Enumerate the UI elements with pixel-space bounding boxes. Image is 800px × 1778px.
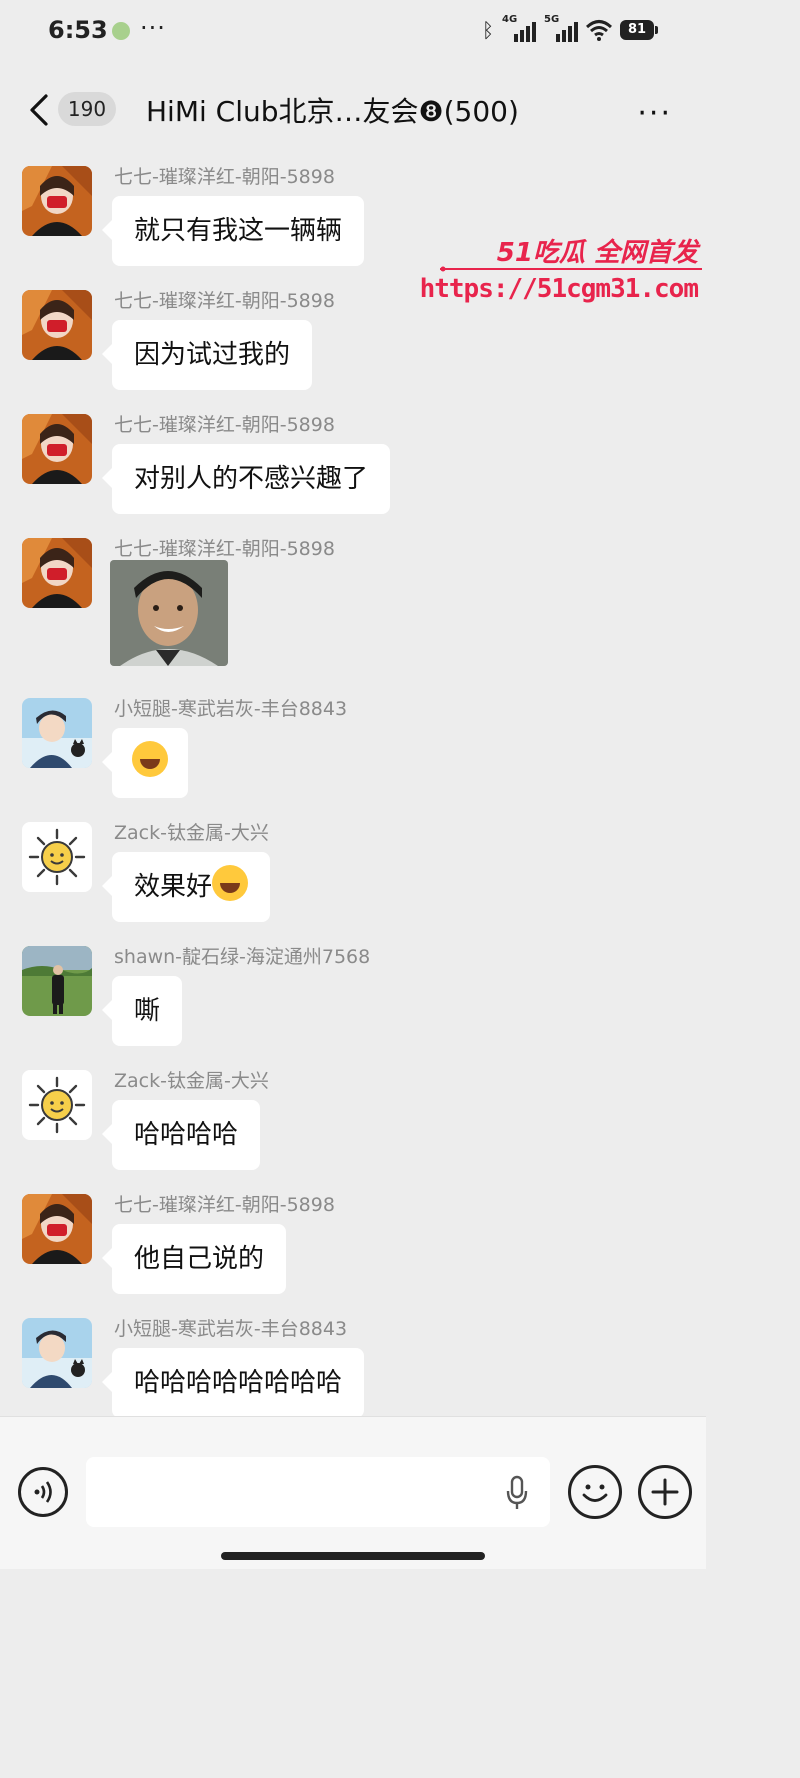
avatar[interactable] [22, 822, 92, 892]
chat-title[interactable]: HiMi Club北京…友会❽(500) [146, 90, 519, 130]
unread-count-badge[interactable]: 190 [58, 92, 116, 126]
message-text: 对别人的不感兴趣了 [134, 464, 369, 494]
sender-name: 小短腿-寒武岩灰-丰台8843 [114, 698, 348, 720]
sender-name: shawn-靛石绿-海淀通州7568 [114, 946, 371, 968]
tears-of-joy-emoji-icon [212, 865, 249, 901]
plus-icon [651, 1478, 679, 1506]
more-actions-button[interactable] [638, 1465, 692, 1519]
message-bubble[interactable]: 他自己说的 [101, 1224, 287, 1294]
emoji-button[interactable] [568, 1465, 622, 1519]
message-bubble[interactable]: 哈哈哈哈哈哈哈哈 [101, 1348, 365, 1418]
watermark-circuit-line [440, 266, 702, 272]
signal-4g-icon: 4G [502, 14, 536, 42]
sender-name: 七七-璀璨洋红-朝阳-5898 [114, 538, 335, 560]
avatar[interactable] [22, 538, 92, 608]
watermark: 51吃瓜 全网首发 https://51cgm31.com [420, 232, 702, 310]
status-more-indicator: ··· [140, 14, 166, 42]
status-bar: 6:53 ··· ᛒ 4G 5G 81 [0, 0, 706, 64]
bluetooth-icon: ᛒ [482, 18, 494, 42]
message-text: 哈哈哈哈哈哈哈哈 [134, 1368, 343, 1398]
smiley-icon [582, 1484, 608, 1502]
sender-name: 七七-璀璨洋红-朝阳-5898 [114, 414, 335, 436]
sender-name: 七七-璀璨洋红-朝阳-5898 [114, 166, 335, 188]
message-text: 哈哈哈哈 [134, 1120, 239, 1150]
message-bubble[interactable]: 哈哈哈哈 [101, 1100, 261, 1170]
wifi-icon [586, 20, 612, 41]
watermark-url: https://51cgm31.com [419, 274, 699, 304]
home-indicator[interactable] [221, 1552, 485, 1560]
avatar[interactable] [22, 946, 92, 1016]
sticker-image[interactable] [110, 560, 228, 666]
message-bubble[interactable]: 因为试过我的 [101, 320, 313, 390]
message-text: 他自己说的 [134, 1244, 265, 1274]
sender-name: Zack-钛金属-大兴 [114, 1070, 269, 1092]
message-text: 效果好 [134, 872, 213, 902]
message-bubble[interactable]: 效果好 [101, 852, 271, 922]
signal-5g-icon: 5G [544, 14, 578, 42]
microphone-icon[interactable] [504, 1475, 530, 1511]
avatar[interactable] [22, 698, 92, 768]
sender-name: 小短腿-寒武岩灰-丰台8843 [114, 1318, 348, 1340]
avatar[interactable] [22, 414, 92, 484]
battery-icon: 81 [620, 20, 658, 40]
watermark-brand: 51吃瓜 全网首发 [496, 238, 698, 268]
battery-level: 81 [620, 20, 654, 40]
wechat-icon [112, 22, 130, 40]
rolling-laughing-emoji-icon [132, 741, 168, 777]
message-bubble[interactable]: 对别人的不感兴趣了 [101, 444, 391, 514]
avatar[interactable] [22, 1318, 92, 1388]
status-time: 6:53 [48, 16, 108, 44]
message-bubble[interactable]: 嘶 [101, 976, 183, 1046]
sender-name: Zack-钛金属-大兴 [114, 822, 269, 844]
avatar[interactable] [22, 290, 92, 360]
message-bubble[interactable] [102, 728, 188, 798]
avatar[interactable] [22, 1194, 92, 1264]
sender-name: 七七-璀璨洋红-朝阳-5898 [114, 290, 335, 312]
voice-wave-icon [34, 1481, 52, 1503]
message-bubble[interactable]: 就只有我这一辆辆 [101, 196, 365, 266]
message-input[interactable] [86, 1457, 550, 1527]
more-options-icon[interactable]: ··· [637, 96, 672, 131]
input-bar [0, 1416, 706, 1569]
message-text: 就只有我这一辆辆 [134, 216, 343, 246]
message-text: 因为试过我的 [134, 340, 291, 370]
voice-mode-button[interactable] [18, 1467, 68, 1517]
message-text: 嘶 [134, 996, 161, 1026]
avatar[interactable] [22, 166, 92, 236]
avatar[interactable] [22, 1070, 92, 1140]
chat-header: 190 HiMi Club北京…友会❽(500) ··· [0, 72, 706, 148]
status-indicators: ᛒ 4G 5G 81 [482, 14, 658, 42]
sender-name: 七七-璀璨洋红-朝阳-5898 [114, 1194, 335, 1216]
back-arrow-icon[interactable] [26, 92, 52, 128]
